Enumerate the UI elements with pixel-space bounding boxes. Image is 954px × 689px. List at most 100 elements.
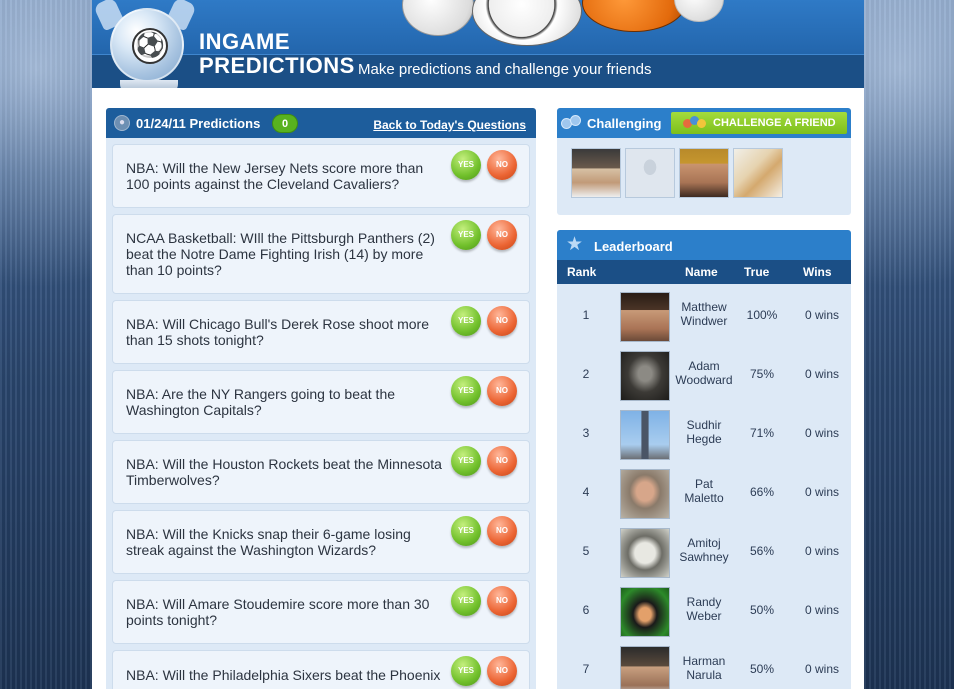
- crystal-ball-logo: ⚽: [110, 8, 184, 82]
- challenge-button-label: CHALLENGE A FRIEND: [713, 117, 836, 129]
- wins-count: 0 wins: [804, 544, 839, 558]
- question-card: NBA: Will Amare Stoudemire score more th…: [112, 580, 530, 644]
- wins-count: 0 wins: [804, 603, 839, 617]
- rank: 3: [582, 426, 590, 440]
- rank: 5: [582, 544, 590, 558]
- player-name[interactable]: Sudhir Hegde: [674, 418, 734, 446]
- rank: 6: [582, 603, 590, 617]
- no-button[interactable]: NO: [487, 516, 517, 546]
- column-true: True: [744, 265, 770, 279]
- leaderboard-row: 7 Harman Narula 50% 0 wins: [557, 638, 851, 689]
- leaderboard-row: 1 Matthew Windwer 100% 0 wins: [557, 284, 851, 343]
- rank: 4: [582, 485, 590, 499]
- column-name: Name: [685, 265, 718, 279]
- user-icon: ●: [114, 115, 130, 131]
- people-icon: [561, 115, 583, 131]
- stadium-background-right: [864, 0, 954, 689]
- player-name[interactable]: Pat Maletto: [674, 477, 734, 505]
- question-card: NCAA Basketball: WIll the Pittsburgh Pan…: [112, 214, 530, 294]
- no-button[interactable]: NO: [487, 586, 517, 616]
- player-name[interactable]: Amitoj Sawhney: [674, 536, 734, 564]
- wins-count: 0 wins: [804, 367, 839, 381]
- avatar[interactable]: [620, 646, 670, 689]
- challenging-header: Challenging CHALLENGE A FRIEND: [557, 108, 851, 138]
- question-text: NBA: Will the New Jersey Nets score more…: [126, 160, 424, 192]
- yes-button[interactable]: YES: [451, 586, 481, 616]
- back-to-todays-questions-link[interactable]: Back to Today's Questions: [373, 118, 526, 132]
- sports-balls-graphic: [402, 0, 724, 46]
- question-card: NBA: Will the New Jersey Nets score more…: [112, 144, 530, 208]
- yes-button[interactable]: YES: [451, 446, 481, 476]
- star-icon: ★: [566, 234, 584, 255]
- wins-count: 0 wins: [804, 662, 839, 676]
- true-percent: 71%: [749, 426, 775, 440]
- predictions-header: ● 01/24/11 Predictions 0 Back to Today's…: [106, 108, 536, 138]
- rank: 1: [582, 308, 590, 322]
- yes-button[interactable]: YES: [451, 656, 481, 686]
- question-card: NBA: Will the Houston Rockets beat the M…: [112, 440, 530, 504]
- leaderboard-row: 5 Amitoj Sawhney 56% 0 wins: [557, 520, 851, 579]
- avatar[interactable]: [620, 528, 670, 578]
- yes-button[interactable]: YES: [451, 376, 481, 406]
- player-name[interactable]: Harman Narula: [674, 654, 734, 682]
- player-name[interactable]: Adam Woodward: [674, 359, 734, 387]
- challenge-a-friend-button[interactable]: CHALLENGE A FRIEND: [671, 112, 847, 134]
- no-button[interactable]: NO: [487, 150, 517, 180]
- true-percent: 66%: [749, 485, 775, 499]
- soccer-ball-icon: [472, 0, 582, 46]
- no-button[interactable]: NO: [487, 306, 517, 336]
- app-title-line1: INGAME: [199, 29, 290, 54]
- baseball-icon: [402, 0, 474, 36]
- avatar[interactable]: [620, 351, 670, 401]
- question-text: NBA: Will the Philadelphia Sixers beat t…: [126, 667, 441, 683]
- column-wins: Wins: [803, 265, 832, 279]
- question-text: NBA: Will Amare Stoudemire score more th…: [126, 596, 430, 628]
- app-title-line2: PREDICTIONS: [199, 53, 355, 78]
- avatar[interactable]: [571, 148, 621, 198]
- no-button[interactable]: NO: [487, 376, 517, 406]
- predictions-date-title: 01/24/11 Predictions: [136, 116, 261, 131]
- predictions-count-badge: 0: [272, 114, 298, 133]
- avatar[interactable]: [620, 292, 670, 342]
- leaderboard-row: 6 Randy Weber 50% 0 wins: [557, 579, 851, 638]
- yes-button[interactable]: YES: [451, 150, 481, 180]
- leaderboard-row: 4 Pat Maletto 66% 0 wins: [557, 461, 851, 520]
- friend-avatars: [571, 148, 783, 198]
- predictions-panel: ● 01/24/11 Predictions 0 Back to Today's…: [106, 108, 536, 689]
- player-name[interactable]: Randy Weber: [674, 595, 734, 623]
- yes-button[interactable]: YES: [451, 220, 481, 250]
- avatar[interactable]: [733, 148, 783, 198]
- tagline: Make predictions and challenge your frie…: [358, 61, 652, 78]
- question-card: NBA: Will the Knicks snap their 6-game l…: [112, 510, 530, 574]
- challenging-title: Challenging: [587, 116, 662, 131]
- question-text: NBA: Will the Houston Rockets beat the M…: [126, 456, 442, 488]
- yes-button[interactable]: YES: [451, 516, 481, 546]
- true-percent: 75%: [749, 367, 775, 381]
- avatar[interactable]: [620, 469, 670, 519]
- question-text: NBA: Will the Knicks snap their 6-game l…: [126, 526, 411, 558]
- questions-list: NBA: Will the New Jersey Nets score more…: [106, 138, 536, 689]
- avatar[interactable]: [620, 587, 670, 637]
- leaderboard-row: 3 Sudhir Hegde 71% 0 wins: [557, 402, 851, 461]
- app-page: ⚽ INGAME PREDICTIONS Make predictions an…: [92, 0, 864, 689]
- question-card: NBA: Will Chicago Bull's Derek Rose shoo…: [112, 300, 530, 364]
- avatar[interactable]: [620, 410, 670, 460]
- soccer-ball-icon: ⚽: [132, 28, 168, 64]
- leaderboard-row: 2 Adam Woodward 75% 0 wins: [557, 343, 851, 402]
- avatar[interactable]: [679, 148, 729, 198]
- player-name[interactable]: Matthew Windwer: [674, 300, 734, 328]
- no-button[interactable]: NO: [487, 446, 517, 476]
- question-card: NBA: Are the NY Rangers going to beat th…: [112, 370, 530, 434]
- wins-count: 0 wins: [804, 485, 839, 499]
- no-button[interactable]: NO: [487, 220, 517, 250]
- question-card: NBA: Will the Philadelphia Sixers beat t…: [112, 650, 530, 689]
- no-button[interactable]: NO: [487, 656, 517, 686]
- group-icon: [683, 116, 707, 130]
- question-text: NCAA Basketball: WIll the Pittsburgh Pan…: [126, 230, 435, 278]
- leaderboard-header: ★ Leaderboard: [557, 230, 851, 260]
- true-percent: 50%: [749, 603, 775, 617]
- crystal-ball-base: [120, 80, 178, 88]
- avatar[interactable]: [625, 148, 675, 198]
- yes-button[interactable]: YES: [451, 306, 481, 336]
- wins-count: 0 wins: [804, 426, 839, 440]
